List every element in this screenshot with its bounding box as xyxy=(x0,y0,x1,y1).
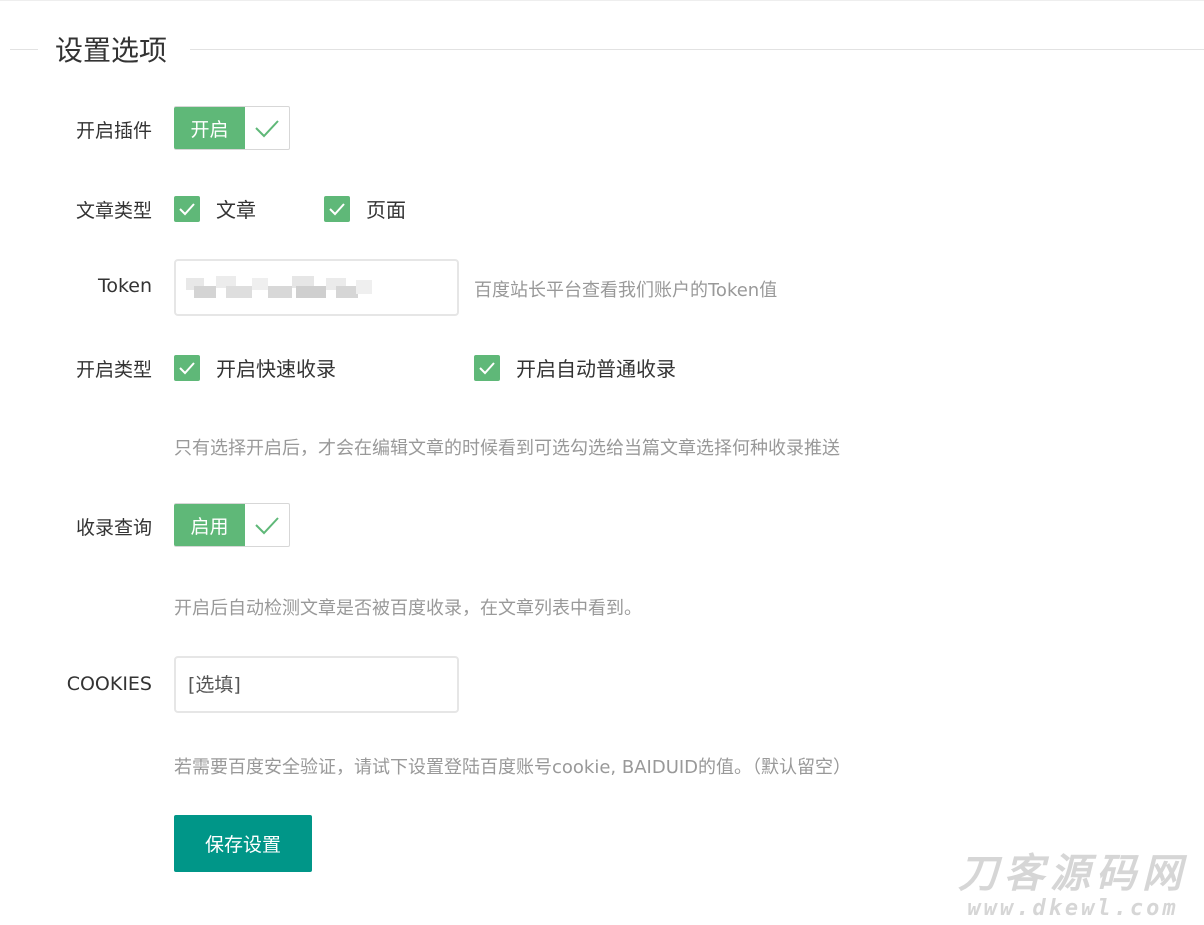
top-divider xyxy=(0,0,1204,1)
token-label: Token xyxy=(97,275,152,297)
watermark: 刀客源码网 www.dkewl.com xyxy=(958,851,1188,921)
check-icon xyxy=(245,107,289,149)
checkbox-auto-index[interactable]: 开启自动普通收录 xyxy=(474,353,676,382)
submit-types-label: 开启类型 xyxy=(75,359,152,381)
checkbox-checked-icon xyxy=(474,354,500,381)
index-query-switch[interactable]: 启用 xyxy=(174,503,290,547)
index-query-label: 收录查询 xyxy=(75,517,152,539)
checkbox-checked-icon xyxy=(324,195,350,222)
index-query-switch-text: 启用 xyxy=(174,504,245,546)
watermark-en: www.dkewl.com xyxy=(967,896,1179,921)
legend-line-right xyxy=(190,49,1204,50)
watermark-cn: 刀客源码网 xyxy=(958,851,1188,897)
post-types-label: 文章类型 xyxy=(75,200,152,222)
checkbox-auto-index-label: 开启自动普通收录 xyxy=(516,357,676,381)
checkbox-checked-icon xyxy=(174,354,200,381)
plugin-switch[interactable]: 开启 xyxy=(174,106,290,150)
checkbox-fast-index[interactable]: 开启快速收录 xyxy=(174,353,336,382)
checkbox-fast-index-label: 开启快速收录 xyxy=(216,357,336,381)
save-button[interactable]: 保存设置 xyxy=(174,815,312,872)
token-input[interactable] xyxy=(174,259,459,316)
check-icon xyxy=(245,504,289,546)
section-title: 设置选项 xyxy=(55,34,168,67)
submit-types-hint: 只有选择开启后，才会在编辑文章的时候看到可选勾选给当篇文章选择何种收录推送 xyxy=(174,438,840,459)
checkbox-post[interactable]: 文章 xyxy=(174,194,256,223)
checkbox-post-label: 文章 xyxy=(216,198,256,222)
cookies-hint: 若需要百度安全验证，请试下设置登陆百度账号cookie, BAIDUID的值。（… xyxy=(174,757,852,778)
settings-page: 设置选项 开启插件 开启 文章类型 文章 页面 Token 百度站长平台查看我们… xyxy=(0,0,1204,925)
legend-line-left xyxy=(10,49,38,50)
checkbox-checked-icon xyxy=(174,195,200,222)
cookies-input[interactable] xyxy=(174,656,459,713)
token-hint: 百度站长平台查看我们账户的Token值 xyxy=(474,280,778,301)
plugin-switch-text: 开启 xyxy=(174,107,245,149)
checkbox-page-label: 页面 xyxy=(366,198,406,222)
plugin-label: 开启插件 xyxy=(75,120,152,142)
index-query-hint: 开启后自动检测文章是否被百度收录，在文章列表中看到。 xyxy=(174,598,642,619)
cookies-label: COOKIES xyxy=(66,673,152,695)
checkbox-page[interactable]: 页面 xyxy=(324,194,406,223)
